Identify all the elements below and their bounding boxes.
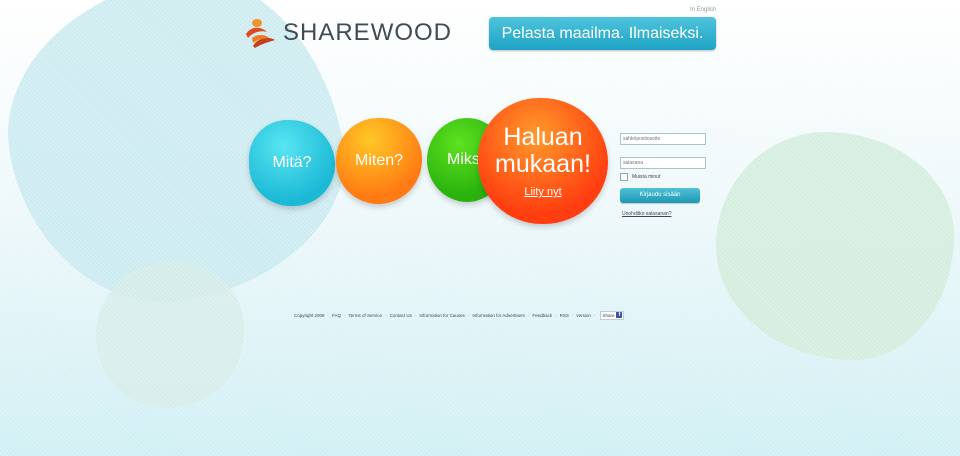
- share-label: Share: [602, 312, 615, 318]
- footer-separator: -: [555, 312, 557, 318]
- footer-separator: -: [414, 312, 417, 318]
- forgot-password-link[interactable]: Unohditko salasanan?: [620, 211, 702, 217]
- remember-me-checkbox[interactable]: [620, 173, 628, 181]
- footer-separator: -: [385, 312, 387, 318]
- remember-me-label: Muista minut: [632, 174, 661, 180]
- footer-separator: -: [344, 312, 346, 318]
- language-link[interactable]: In English: [690, 7, 716, 13]
- copyright-text: Copyright 2009: [294, 312, 325, 318]
- footer-link-feedback[interactable]: Feedback: [532, 313, 552, 318]
- facebook-icon: f: [616, 312, 623, 318]
- footer-link-advertisers[interactable]: Information for Advertisers: [472, 313, 525, 318]
- background-blob: [96, 262, 244, 408]
- miten-bubble-button[interactable]: Miten?: [336, 118, 422, 204]
- footer: Copyright 2009 - FAQ - Terms of Service …: [294, 310, 625, 320]
- slogan-banner[interactable]: Pelasta maailma. Ilmaiseksi.: [489, 17, 716, 50]
- footer-separator: -: [327, 312, 330, 318]
- footer-link-rss[interactable]: RSS: [560, 313, 569, 318]
- password-field[interactable]: [620, 157, 706, 169]
- background-blob: [716, 132, 954, 360]
- login-button[interactable]: Kirjaudu sisään: [620, 188, 700, 203]
- join-now-link[interactable]: Liity nyt: [524, 186, 561, 198]
- footer-link-terms[interactable]: Terms of Service: [349, 313, 383, 318]
- sharewood-logo-icon: [243, 16, 277, 50]
- logo-text: SHAREWOOD: [283, 19, 453, 46]
- mita-bubble-button[interactable]: Mitä?: [249, 120, 335, 206]
- footer-separator: -: [527, 312, 530, 318]
- share-button[interactable]: Share f: [600, 310, 625, 320]
- remember-me[interactable]: Muista minut: [620, 173, 702, 181]
- background-stripes: [0, 0, 960, 456]
- footer-link-contact[interactable]: Contact Us: [390, 313, 412, 318]
- footer-separator: -: [467, 312, 470, 318]
- logo-link[interactable]: SHAREWOOD: [243, 17, 452, 49]
- footer-separator: -: [593, 312, 596, 318]
- join-bubble-title: Haluan mukaan!: [495, 123, 591, 178]
- footer-link-version[interactable]: version: [576, 313, 591, 318]
- join-bubble[interactable]: Haluan mukaan! Liity nyt: [478, 98, 608, 224]
- footer-link-faq[interactable]: FAQ: [332, 313, 341, 318]
- email-field[interactable]: [620, 133, 706, 145]
- footer-separator: -: [571, 312, 574, 318]
- login-form: Muista minut Kirjaudu sisään Unohditko s…: [620, 125, 706, 217]
- footer-link-causes[interactable]: Information for Causes: [419, 313, 465, 318]
